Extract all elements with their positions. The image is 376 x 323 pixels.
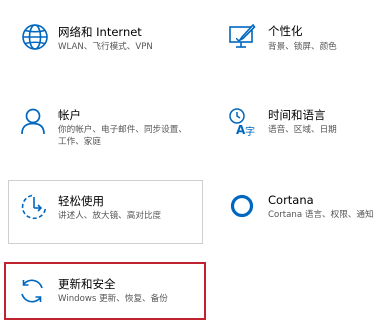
tile-time-language[interactable]: A 字 时间和语言 语音、区域、日期: [215, 95, 376, 155]
settings-grid: 网络和 Internet WLAN、飞行模式、VPN 个性化 背景、锁屏、颜色 …: [0, 0, 376, 323]
time-language-icon: A 字: [227, 107, 257, 138]
svg-text:字: 字: [245, 125, 255, 138]
tile-title: 时间和语言: [268, 108, 326, 122]
globe-icon: [20, 22, 50, 52]
tile-description: Cortana 语言、权限、通知: [268, 210, 374, 220]
tile-accounts[interactable]: 帐户 你的帐户、电子邮件、同步设置、工作、家庭: [8, 95, 208, 160]
tile-description: WLAN、飞行模式、VPN: [58, 42, 153, 52]
personalization-icon: [227, 22, 257, 52]
tile-ease-of-access[interactable]: 轻松使用 讲述人、放大镜、高对比度: [8, 180, 203, 244]
person-icon: [18, 106, 48, 136]
tile-description: 背景、锁屏、颜色: [268, 42, 337, 52]
tile-title: 网络和 Internet: [58, 25, 142, 39]
cortana-icon: [229, 192, 259, 222]
ease-of-access-icon: [19, 192, 49, 222]
tile-description: 语音、区域、日期: [268, 125, 337, 135]
tile-personalization[interactable]: 个性化 背景、锁屏、颜色: [215, 10, 376, 70]
tile-network-internet[interactable]: 网络和 Internet WLAN、飞行模式、VPN: [8, 10, 208, 70]
update-sync-icon: [17, 276, 47, 306]
tile-title: 更新和安全: [58, 277, 116, 291]
tile-cortana[interactable]: Cortana Cortana 语言、权限、通知: [215, 180, 376, 240]
tile-description: 讲述人、放大镜、高对比度: [58, 211, 162, 221]
tile-title: 轻松使用: [58, 194, 104, 208]
tile-update-security[interactable]: 更新和安全 Windows 更新、恢复、备份: [4, 262, 206, 320]
tile-description: Windows 更新、恢复、备份: [58, 294, 168, 304]
tile-title: Cortana: [268, 193, 314, 207]
tile-description: 你的帐户、电子邮件、同步设置、工作、家庭: [58, 125, 187, 147]
tile-title: 帐户: [58, 108, 81, 122]
tile-title: 个性化: [268, 24, 303, 38]
